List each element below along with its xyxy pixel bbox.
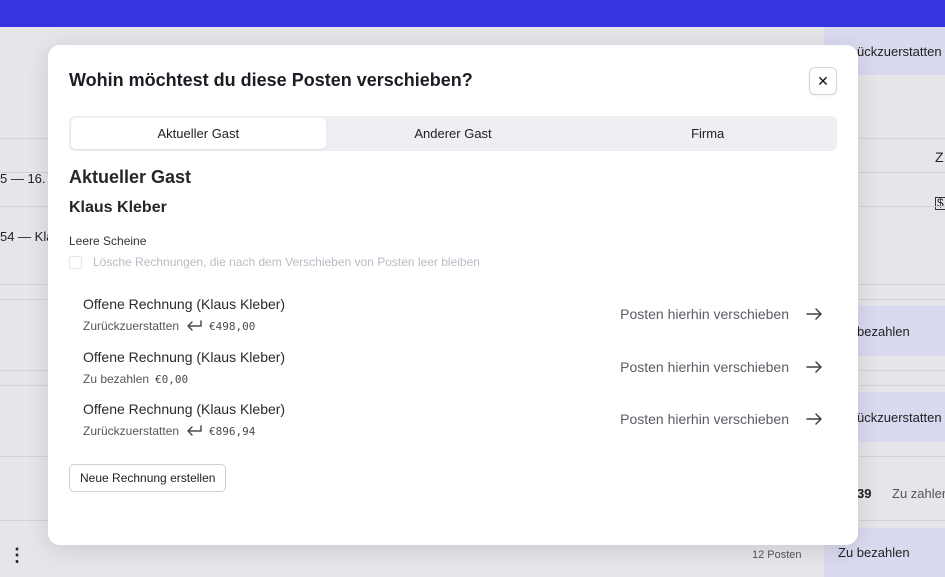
- move-items-label: Posten hierhin verschieben: [620, 306, 789, 322]
- return-arrow-icon: [185, 424, 203, 438]
- section-title: Aktueller Gast: [69, 167, 192, 187]
- move-items-here-button[interactable]: Posten hierhin verschieben: [620, 411, 823, 427]
- invoice-row: Offene Rechnung (Klaus Kleber) Zu bezahl…: [83, 349, 823, 393]
- invoice-title: Offene Rechnung (Klaus Kleber): [83, 296, 286, 312]
- return-arrow-icon: [185, 319, 203, 333]
- invoice-summary: Zurückzuerstatten €498,00: [83, 319, 255, 333]
- invoice-status: Zurückzuerstatten: [83, 424, 180, 438]
- posts-count: 12 Posten: [752, 549, 802, 561]
- background-row-status: Zu zahlen: [892, 486, 945, 501]
- background-date-range: 5 — 16.: [0, 171, 46, 186]
- tab-other-guest[interactable]: Anderer Gast: [326, 118, 581, 149]
- move-items-here-button[interactable]: Posten hierhin verschieben: [620, 359, 823, 375]
- empty-invoices-label: Leere Scheine: [69, 234, 147, 248]
- destination-tabs: Aktueller Gast Anderer Gast Firma: [69, 116, 837, 151]
- tab-current-guest[interactable]: Aktueller Gast: [71, 118, 326, 149]
- move-items-label: Posten hierhin verschieben: [620, 359, 789, 375]
- invoice-status: Zurückzuerstatten: [83, 319, 180, 333]
- invoice-title: Offene Rechnung (Klaus Kleber): [83, 349, 286, 365]
- tab-company[interactable]: Firma: [580, 118, 835, 149]
- dialog-title: Wohin möchtest du diese Posten verschieb…: [69, 70, 473, 90]
- checkbox-label: Lösche Rechnungen, die nach dem Verschie…: [93, 255, 480, 269]
- invoice-amount: €896,94: [209, 424, 256, 438]
- delete-empty-invoices-option: Lösche Rechnungen, die nach dem Verschie…: [69, 255, 480, 269]
- invoice-title: Offene Rechnung (Klaus Kleber): [83, 401, 286, 417]
- create-new-invoice-button[interactable]: Neue Rechnung erstellen: [69, 464, 227, 492]
- background-dollar-icon: $: [935, 196, 945, 210]
- invoice-amount: €0,00: [155, 372, 189, 386]
- guest-name: Klaus Kleber: [69, 199, 167, 216]
- delete-empty-invoices-checkbox[interactable]: [69, 255, 82, 269]
- background-guest-ref: 54 — Kla: [0, 229, 54, 244]
- background-refund-label: ückzuerstatten: [857, 44, 942, 59]
- invoice-summary: Zu bezahlen €0,00: [83, 372, 188, 386]
- background-z-label: Z: [935, 149, 944, 165]
- move-items-label: Posten hierhin verschieben: [620, 411, 789, 427]
- invoice-amount: €498,00: [209, 319, 256, 333]
- close-icon: ✕: [817, 72, 829, 89]
- invoice-row: Offene Rechnung (Klaus Kleber) Zurückzue…: [83, 296, 823, 340]
- close-button[interactable]: ✕: [809, 67, 837, 95]
- top-bar: [0, 0, 945, 27]
- move-items-dialog: Wohin möchtest du diese Posten verschieb…: [48, 45, 858, 545]
- move-items-here-button[interactable]: Posten hierhin verschieben: [620, 306, 823, 322]
- background-pay-label: bezahlen: [857, 324, 910, 339]
- invoice-status: Zu bezahlen: [83, 372, 150, 386]
- arrow-right-icon: [805, 412, 823, 426]
- background-pay-label: Zu bezahlen: [838, 545, 910, 560]
- more-menu-icon[interactable]: ⋮: [8, 545, 26, 566]
- invoice-row: Offene Rechnung (Klaus Kleber) Zurückzue…: [83, 401, 823, 445]
- arrow-right-icon: [805, 360, 823, 374]
- background-row-value: 39: [857, 486, 872, 501]
- background-refund-label: ückzuerstatten: [857, 410, 942, 425]
- arrow-right-icon: [805, 307, 823, 321]
- invoice-summary: Zurückzuerstatten €896,94: [83, 424, 255, 438]
